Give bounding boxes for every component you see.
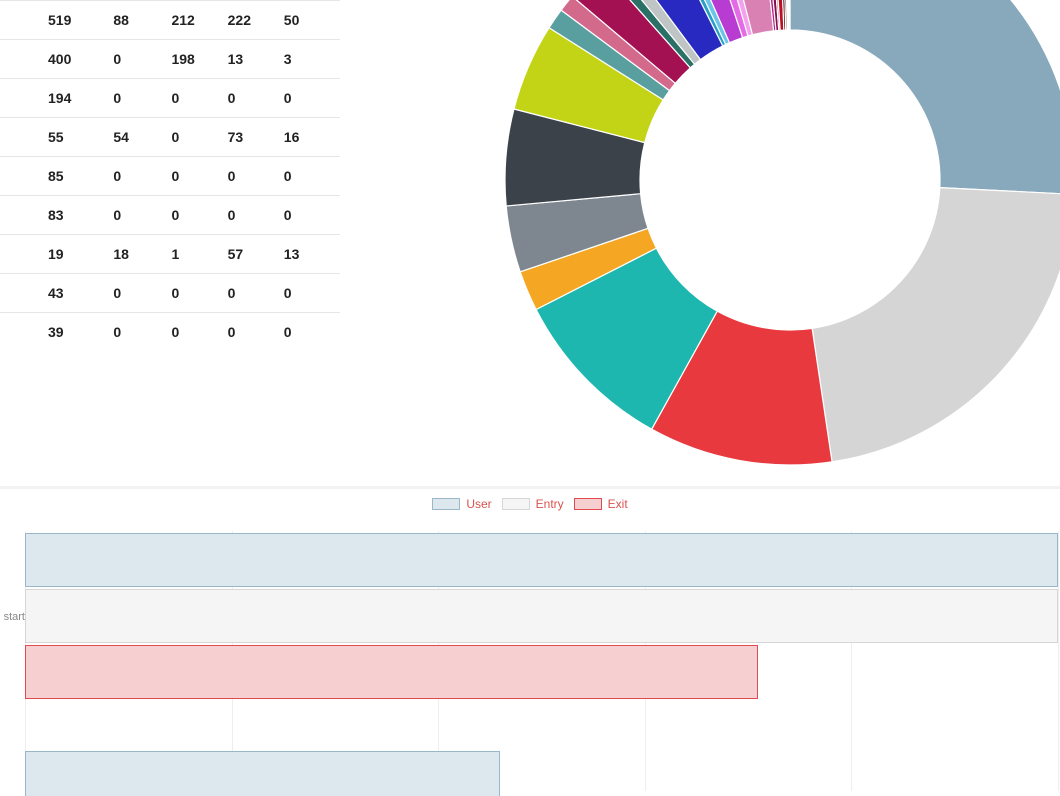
legend-label: User: [466, 497, 491, 511]
table-cell: 0: [113, 313, 171, 352]
legend-swatch: [502, 498, 530, 510]
table-cell: 194: [0, 79, 113, 118]
table-cell: 0: [284, 274, 340, 313]
table-row: 1940000: [0, 79, 340, 118]
bar-exit: [25, 645, 758, 699]
table-cell: 88: [113, 1, 171, 40]
donut-slice: [790, 0, 1060, 194]
stats-table: 5198821222250400019813319400005554073168…: [0, 0, 340, 351]
table-cell: 0: [228, 157, 284, 196]
table-cell: 57: [228, 235, 284, 274]
table-cell: 400: [0, 40, 113, 79]
table-cell: 19: [0, 235, 113, 274]
table-cell: 198: [171, 40, 227, 79]
table-cell: 0: [228, 313, 284, 352]
table-row: 830000: [0, 196, 340, 235]
table-cell: 13: [284, 235, 340, 274]
table-cell: 0: [171, 79, 227, 118]
table-cell: 16: [284, 118, 340, 157]
table-row: 4000198133: [0, 40, 340, 79]
table-cell: 0: [113, 274, 171, 313]
legend-swatch: [432, 498, 460, 510]
table-row: 430000: [0, 274, 340, 313]
legend-item[interactable]: User: [432, 497, 491, 511]
table-cell: 0: [284, 79, 340, 118]
table-row: 5198821222250: [0, 1, 340, 40]
table-row: 390000: [0, 313, 340, 352]
table-cell: 55: [0, 118, 113, 157]
table-cell: 18: [113, 235, 171, 274]
table-cell: 50: [284, 1, 340, 40]
table-cell: 13: [228, 40, 284, 79]
table-cell: 0: [113, 40, 171, 79]
table-cell: 212: [171, 1, 227, 40]
legend-swatch: [574, 498, 602, 510]
table-row: 191815713: [0, 235, 340, 274]
table-cell: 1: [171, 235, 227, 274]
table-cell: 43: [0, 274, 113, 313]
table-cell: 0: [113, 157, 171, 196]
table-cell: 0: [228, 196, 284, 235]
table-cell: 222: [228, 1, 284, 40]
legend-item[interactable]: Entry: [502, 497, 564, 511]
table-cell: 39: [0, 313, 113, 352]
table-cell: 0: [284, 313, 340, 352]
table-cell: 83: [0, 196, 113, 235]
chart-legend: User Entry Exit: [0, 489, 1060, 517]
table-cell: 85: [0, 157, 113, 196]
table-cell: 0: [171, 196, 227, 235]
table-cell: 0: [228, 274, 284, 313]
legend-item[interactable]: Exit: [574, 497, 628, 511]
grid-line: [1058, 531, 1059, 791]
donut-slice: [789, 0, 790, 30]
table-cell: 0: [284, 157, 340, 196]
table-cell: 73: [228, 118, 284, 157]
table-cell: 0: [228, 79, 284, 118]
horizontal-bar-chart: User Entry Exit start: [0, 486, 1060, 796]
table-cell: 0: [284, 196, 340, 235]
table-cell: 0: [171, 274, 227, 313]
table-cell: 3: [284, 40, 340, 79]
table-row: 555407316: [0, 118, 340, 157]
table-cell: 0: [171, 157, 227, 196]
table-cell: 0: [171, 118, 227, 157]
donut-slice: [812, 188, 1060, 462]
bar-user: [25, 533, 1058, 587]
table-row: 850000: [0, 157, 340, 196]
bar-user: [25, 751, 500, 796]
donut-chart: [500, 0, 1060, 470]
table-cell: 519: [0, 1, 113, 40]
table-cell: 0: [113, 196, 171, 235]
bar-entry: [25, 589, 1058, 643]
y-axis-label: start: [1, 611, 25, 623]
table-cell: 0: [113, 79, 171, 118]
legend-label: Entry: [536, 497, 564, 511]
table-cell: 54: [113, 118, 171, 157]
legend-label: Exit: [608, 497, 628, 511]
table-cell: 0: [171, 313, 227, 352]
